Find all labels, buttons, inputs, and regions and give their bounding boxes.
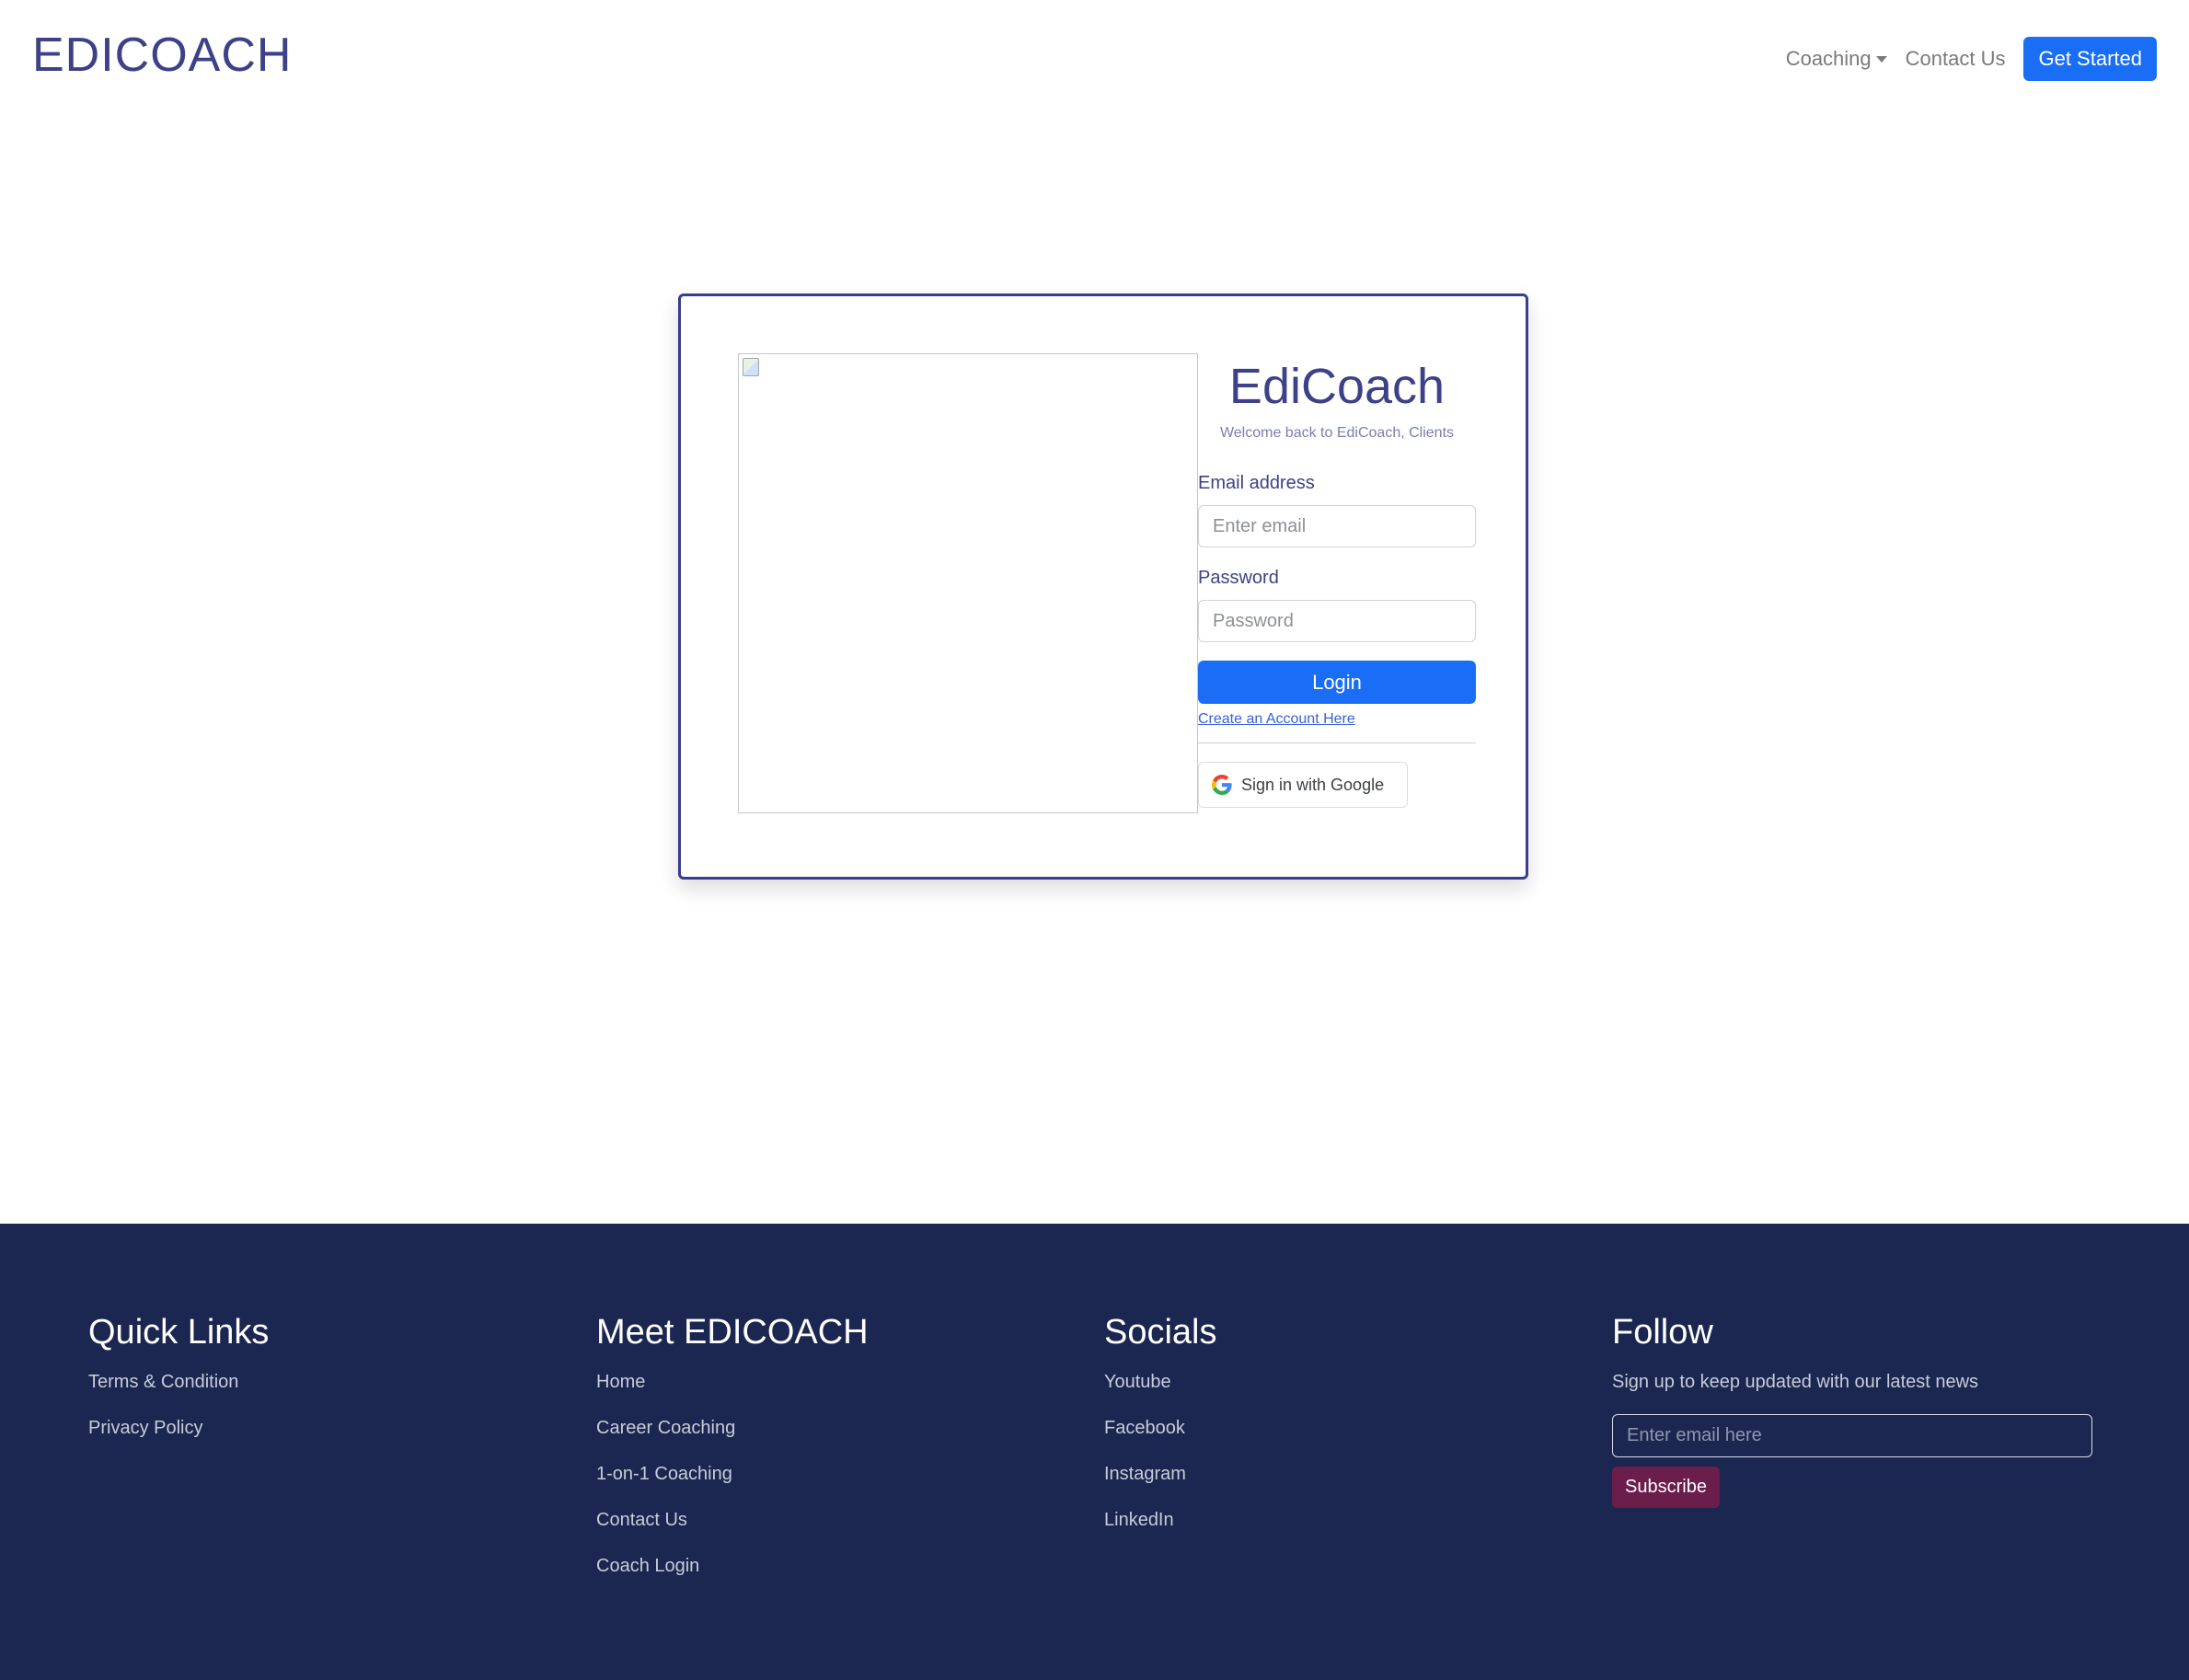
subscribe-button[interactable]: Subscribe: [1612, 1467, 1720, 1508]
footer-link-coach-login[interactable]: Coach Login: [596, 1552, 869, 1580]
subscribe-email-input[interactable]: [1612, 1414, 2092, 1457]
site-footer: Quick Links Terms & Condition Privacy Po…: [0, 1224, 2189, 1680]
socials-title: Socials: [1104, 1313, 1217, 1352]
brand-logo[interactable]: EDICOACH: [32, 28, 292, 83]
top-nav: Coaching Contact Us Get Started: [1786, 37, 2157, 81]
chevron-down-icon: [1875, 55, 1887, 63]
login-form: EdiCoach Welcome back to EdiCoach, Clien…: [1198, 353, 1476, 808]
nav-contact-us[interactable]: Contact Us: [1906, 47, 2006, 71]
nav-coaching-dropdown[interactable]: Coaching: [1786, 47, 1887, 71]
login-subtitle: Welcome back to EdiCoach, Clients: [1219, 425, 1455, 441]
footer-link-terms[interactable]: Terms & Condition: [88, 1368, 269, 1396]
footer-link-instagram[interactable]: Instagram: [1104, 1460, 1217, 1488]
footer-link-linkedin[interactable]: LinkedIn: [1104, 1506, 1217, 1534]
google-signin-label: Sign in with Google: [1241, 775, 1385, 794]
google-icon: [1212, 775, 1232, 795]
footer-socials: Socials Youtube Facebook Instagram Linke…: [1104, 1311, 1217, 1534]
meet-title: Meet EDICOACH: [596, 1313, 869, 1352]
login-button[interactable]: Login: [1198, 661, 1476, 704]
footer-quick-links: Quick Links Terms & Condition Privacy Po…: [88, 1311, 269, 1442]
get-started-button[interactable]: Get Started: [2023, 37, 2157, 81]
login-title: EdiCoach: [1228, 359, 1446, 414]
follow-title: Follow: [1612, 1313, 1713, 1352]
divider: [1198, 742, 1476, 743]
password-field[interactable]: [1198, 600, 1476, 642]
footer-link-youtube[interactable]: Youtube: [1104, 1368, 1217, 1396]
footer-link-facebook[interactable]: Facebook: [1104, 1414, 1217, 1442]
login-image: [738, 353, 1198, 813]
google-signin-button[interactable]: Sign in with Google: [1198, 762, 1408, 808]
login-card: EdiCoach Welcome back to EdiCoach, Clien…: [678, 293, 1528, 880]
footer-link-career-coaching[interactable]: Career Coaching: [596, 1414, 869, 1442]
email-field[interactable]: [1198, 505, 1476, 547]
nav-coaching-label: Coaching: [1785, 47, 1872, 70]
footer-link-1on1-coaching[interactable]: 1-on-1 Coaching: [596, 1460, 869, 1488]
password-label: Password: [1198, 568, 1279, 588]
broken-image-icon: [743, 358, 759, 376]
email-label: Email address: [1198, 473, 1315, 493]
footer-link-privacy[interactable]: Privacy Policy: [88, 1414, 269, 1442]
quick-links-title: Quick Links: [88, 1313, 270, 1352]
footer-link-contact[interactable]: Contact Us: [596, 1506, 869, 1534]
footer-link-home[interactable]: Home: [596, 1368, 869, 1396]
footer-meet: Meet EDICOACH Home Career Coaching 1-on-…: [596, 1311, 869, 1580]
follow-text: Sign up to keep updated with our latest …: [1612, 1372, 1979, 1392]
create-account-link[interactable]: Create an Account Here: [1198, 711, 1355, 728]
footer-follow: Follow Sign up to keep updated with our …: [1612, 1311, 2092, 1508]
